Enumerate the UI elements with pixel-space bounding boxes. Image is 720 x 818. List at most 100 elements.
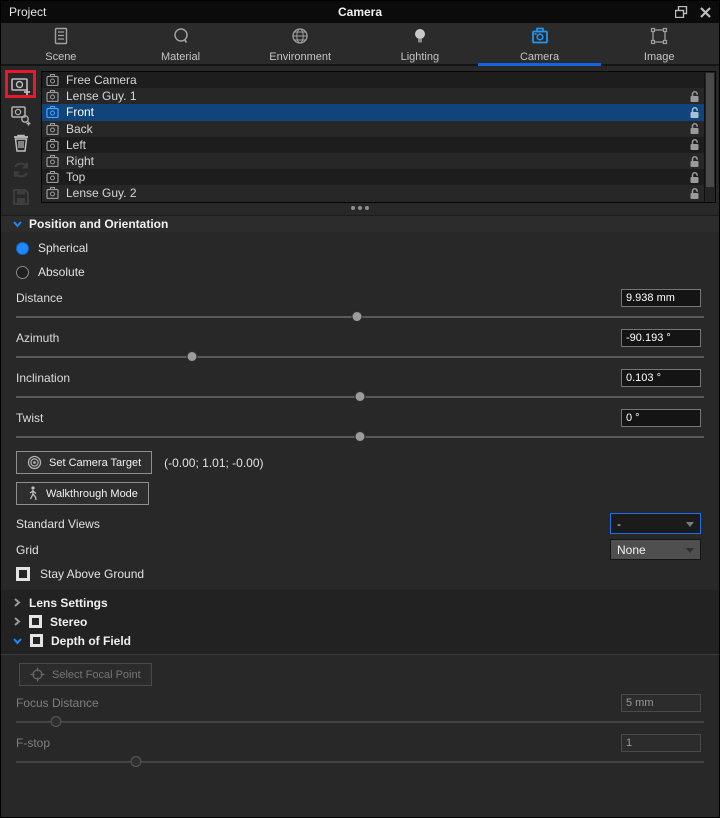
slider-label: Inclination	[16, 371, 71, 385]
camera-toolbar	[1, 71, 41, 205]
stay-above-ground-checkbox-row[interactable]: Stay Above Ground	[1, 567, 719, 581]
unlock-icon[interactable]	[689, 90, 700, 103]
radio-spherical[interactable]: Spherical	[1, 236, 719, 260]
tab-material[interactable]: Material	[121, 23, 241, 64]
camera-row-lense-guy-2[interactable]: Lense Guy. 2	[42, 185, 715, 202]
tab-underline	[477, 63, 602, 66]
material-icon	[170, 25, 192, 50]
grid-row: Grid None	[1, 539, 719, 560]
inclination-slider[interactable]	[16, 390, 704, 403]
standard-views-dropdown[interactable]: -	[610, 513, 701, 534]
camera-row-free-camera[interactable]: Free Camera	[42, 72, 715, 88]
list-resize-handle[interactable]	[1, 203, 719, 213]
unlock-icon[interactable]	[689, 138, 700, 151]
tab-camera[interactable]: Camera	[477, 23, 602, 66]
checkbox-unchecked-icon[interactable]	[16, 567, 30, 581]
slider-label: Focus Distance	[16, 696, 99, 710]
unlock-icon[interactable]	[689, 171, 700, 184]
camera-row-front[interactable]: Front	[42, 104, 715, 121]
section-title: Depth of Field	[51, 633, 131, 648]
float-window-icon[interactable]	[673, 5, 689, 19]
camera-row-top[interactable]: Top	[42, 169, 715, 185]
slider-handle[interactable]	[354, 391, 366, 402]
twist-value-input[interactable]: 0 °	[621, 409, 701, 427]
duplicate-camera-button[interactable]	[7, 103, 35, 127]
slider-handle[interactable]	[130, 756, 142, 767]
slider-group-distance: Distance 9.938 mm	[1, 289, 719, 323]
radio-absolute[interactable]: Absolute	[1, 260, 719, 284]
grid-dropdown[interactable]: None	[610, 539, 701, 560]
tab-environment[interactable]: Environment	[240, 23, 360, 64]
f-stop-value-input[interactable]: 1	[621, 734, 701, 752]
slider-label: F-stop	[16, 736, 51, 750]
select-focal-point-button[interactable]: Select Focal Point	[19, 663, 152, 686]
camera-row-lense-guy-1[interactable]: Lense Guy. 1	[42, 88, 715, 105]
standard-views-label: Standard Views	[16, 516, 100, 531]
camera-list: Free Camera Lense Guy. 1 Front Back Left	[41, 71, 716, 203]
dropdown-value: -	[617, 516, 621, 531]
camera-row-left[interactable]: Left	[42, 137, 715, 153]
slider-group-inclination: Inclination 0.103 °	[1, 369, 719, 403]
focus-distance-value-input[interactable]: 5 mm	[621, 694, 701, 712]
f-stop-slider[interactable]	[16, 755, 704, 768]
slider-group-focus-distance: Focus Distance 5 mm	[1, 694, 719, 728]
tab-scene[interactable]: Scene	[1, 23, 121, 64]
delete-camera-button[interactable]	[7, 132, 35, 154]
slider-handle[interactable]	[186, 351, 198, 362]
list-scrollbar[interactable]	[704, 72, 715, 202]
camera-target-row: Set Camera Target (-0.00; 1.01; -0.00)	[16, 451, 719, 474]
image-icon	[648, 25, 670, 50]
save-camera-button[interactable]	[7, 186, 35, 208]
section-stereo[interactable]: Stereo	[1, 612, 719, 631]
unlock-icon[interactable]	[689, 155, 700, 168]
unlock-icon[interactable]	[689, 122, 700, 135]
section-position-and-orientation[interactable]: Position and Orientation	[1, 215, 719, 232]
walkthrough-mode-button[interactable]: Walkthrough Mode	[16, 482, 149, 505]
unlock-icon[interactable]	[689, 106, 700, 119]
azimuth-value-input[interactable]: -90.193 °	[621, 329, 701, 347]
tab-label: Image	[643, 50, 675, 63]
camera-list-section: Free Camera Lense Guy. 1 Front Back Left	[1, 71, 719, 205]
distance-slider[interactable]	[16, 310, 704, 323]
titlebar: Project Camera	[1, 1, 719, 23]
set-camera-target-button[interactable]: Set Camera Target	[16, 451, 153, 474]
section-title: Lens Settings	[29, 595, 108, 610]
close-icon[interactable]	[697, 5, 713, 19]
slider-label: Azimuth	[16, 331, 60, 345]
inclination-value-input[interactable]: 0.103 °	[621, 369, 701, 387]
azimuth-slider[interactable]	[16, 350, 704, 363]
slider-handle[interactable]	[354, 431, 366, 442]
unlock-icon[interactable]	[689, 187, 700, 200]
twist-slider[interactable]	[16, 430, 704, 443]
tab-lighting[interactable]: Lighting	[360, 23, 480, 64]
add-camera-button[interactable]	[7, 74, 35, 98]
button-label: Walkthrough Mode	[46, 487, 138, 500]
slider-group-azimuth: Azimuth -90.193 °	[1, 329, 719, 363]
focal-point-row: Select Focal Point	[19, 663, 719, 686]
depth-of-field-checkbox[interactable]	[30, 634, 43, 647]
camera-name: Top	[66, 170, 86, 185]
stereo-checkbox[interactable]	[29, 615, 42, 628]
standard-views-row: Standard Views -	[1, 513, 719, 534]
camera-name: Lense Guy. 1	[66, 89, 137, 104]
chevron-down-icon	[686, 522, 694, 527]
slider-handle[interactable]	[50, 716, 62, 727]
tab-label: Lighting	[400, 50, 440, 63]
section-lens-settings[interactable]: Lens Settings	[1, 593, 719, 612]
scrollbar-thumb[interactable]	[706, 73, 714, 187]
tab-label: Material	[160, 50, 201, 63]
slider-handle[interactable]	[351, 311, 363, 322]
reset-camera-button[interactable]	[7, 159, 35, 181]
tab-image[interactable]: Image	[599, 23, 719, 64]
slider-label: Distance	[16, 291, 63, 305]
slider-group-f-stop: F-stop 1	[1, 734, 719, 768]
section-depth-of-field[interactable]: Depth of Field	[1, 631, 719, 650]
camera-row-back[interactable]: Back	[42, 120, 715, 137]
camera-row-right[interactable]: Right	[42, 152, 715, 170]
distance-value-input[interactable]: 9.938 mm	[621, 289, 701, 307]
chevron-down-icon	[13, 637, 22, 645]
slider-track	[16, 721, 704, 723]
camera-name: Back	[66, 121, 93, 136]
focus-distance-slider[interactable]	[16, 715, 704, 728]
button-label: Set Camera Target	[49, 456, 142, 469]
